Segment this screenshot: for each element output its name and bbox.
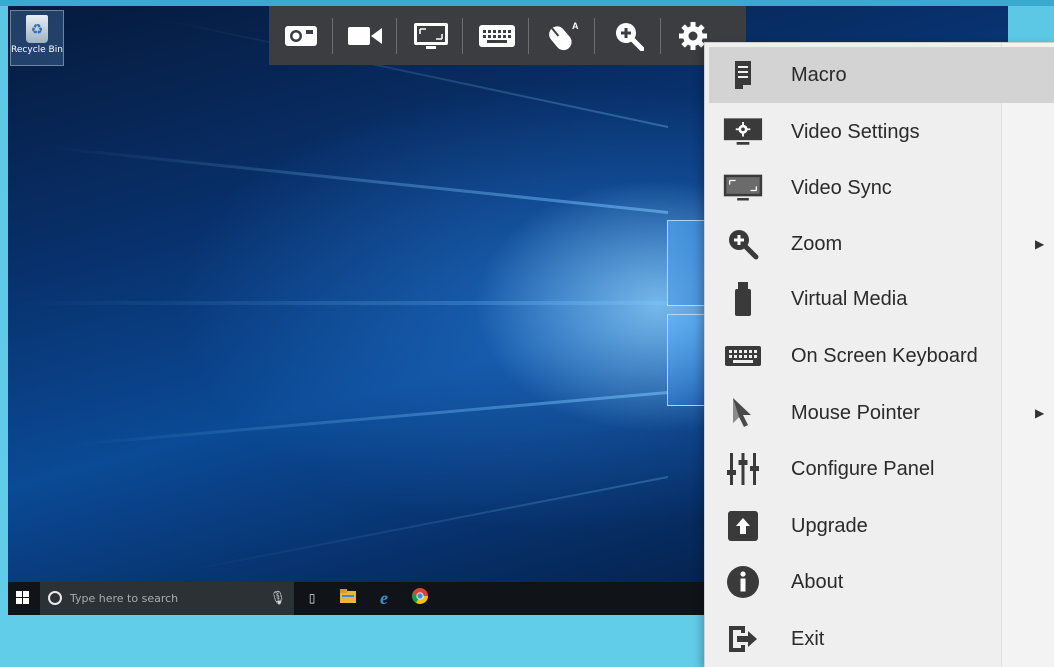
zoom-button[interactable] [597, 6, 661, 65]
video-sync-icon [414, 22, 448, 49]
exit-icon [723, 619, 763, 659]
cortana-icon [48, 591, 62, 605]
search-placeholder: Type here to search [70, 592, 179, 605]
kvm-toolbar: A [269, 6, 746, 65]
menu-item-label: Video Settings [791, 120, 920, 143]
menu-item-label: Exit [791, 627, 825, 650]
keyboard-icon [479, 24, 515, 47]
macro-icon [723, 55, 763, 95]
menu-item-label: About [791, 570, 844, 593]
wallpaper-logo-pane [667, 220, 709, 306]
menu-item-label: Video Sync [791, 176, 892, 199]
menu-item-video-sync[interactable]: Video Sync [709, 160, 1054, 216]
record-video-icon [348, 26, 382, 45]
menu-item-label: Mouse Pointer [791, 401, 920, 424]
menu-item-mouse-pointer[interactable]: Mouse Pointer ▶ [709, 385, 1054, 441]
menu-item-zoom[interactable]: Zoom ▶ [709, 216, 1054, 272]
zoom-icon [616, 22, 644, 51]
menu-item-label: On Screen Keyboard [791, 344, 978, 367]
svg-text:A: A [572, 21, 579, 31]
wallpaper-beam [70, 391, 669, 447]
menu-item-about[interactable]: About [709, 554, 1054, 610]
menu-item-label: Zoom [791, 232, 843, 255]
mouse-pointer-button[interactable]: A [531, 6, 595, 65]
capture-screen-button[interactable] [269, 6, 333, 65]
menu-item-upgrade[interactable]: Upgrade [709, 498, 1054, 554]
menu-item-macro[interactable]: Macro [709, 47, 1054, 103]
sliders-icon [723, 449, 763, 489]
video-sync-icon [723, 168, 763, 208]
upgrade-icon [723, 506, 763, 546]
wallpaper-beam [176, 476, 669, 574]
menu-item-label: Macro [791, 63, 847, 86]
menu-item-configure-panel[interactable]: Configure Panel [709, 441, 1054, 497]
menu-item-video-settings[interactable]: Video Settings [709, 104, 1054, 160]
submenu-arrow-icon: ▶ [1035, 406, 1045, 420]
menu-item-label: Virtual Media [791, 287, 908, 310]
file-explorer-icon[interactable] [338, 588, 358, 608]
keyboard-button[interactable] [465, 6, 529, 65]
video-settings-icon [723, 112, 763, 152]
menu-item-virtual-media[interactable]: Virtual Media [709, 271, 1054, 327]
menu-item-on-screen-keyboard[interactable]: On Screen Keyboard [709, 328, 1054, 384]
capture-screen-icon [285, 25, 317, 46]
recycle-bin-icon: ♻ [26, 15, 48, 43]
menu-item-exit[interactable]: Exit [709, 611, 1054, 667]
wallpaper-beam [18, 301, 668, 305]
submenu-arrow-icon: ▶ [1035, 237, 1045, 251]
task-view-icon[interactable]: ▯ [302, 588, 322, 608]
video-sync-button[interactable] [399, 6, 463, 65]
recycle-bin-shortcut[interactable]: ♻ Recycle Bin [10, 10, 64, 66]
mouse-pointer-icon [723, 393, 763, 433]
mouse-pointer-icon: A [549, 21, 579, 50]
recycle-bin-label: Recycle Bin [11, 45, 63, 55]
menu-item-label: Configure Panel [791, 457, 935, 480]
chrome-browser-icon[interactable] [410, 588, 430, 608]
menu-item-label: Upgrade [791, 514, 868, 537]
settings-menu: Macro Video Settings Video Sync Zoom ▶ V… [704, 42, 1054, 667]
start-button[interactable] [16, 591, 30, 605]
virtual-media-icon [723, 279, 763, 319]
edge-browser-icon[interactable]: e [374, 588, 394, 608]
wallpaper-beam [51, 146, 669, 214]
info-icon [723, 562, 763, 602]
wallpaper-logo-pane [667, 314, 709, 406]
record-video-button[interactable] [333, 6, 397, 65]
taskbar-search-box[interactable]: Type here to search 🎙 [40, 582, 294, 615]
microphone-icon[interactable]: 🎙 [269, 590, 286, 606]
zoom-icon [723, 224, 763, 264]
keyboard-icon [723, 336, 763, 376]
